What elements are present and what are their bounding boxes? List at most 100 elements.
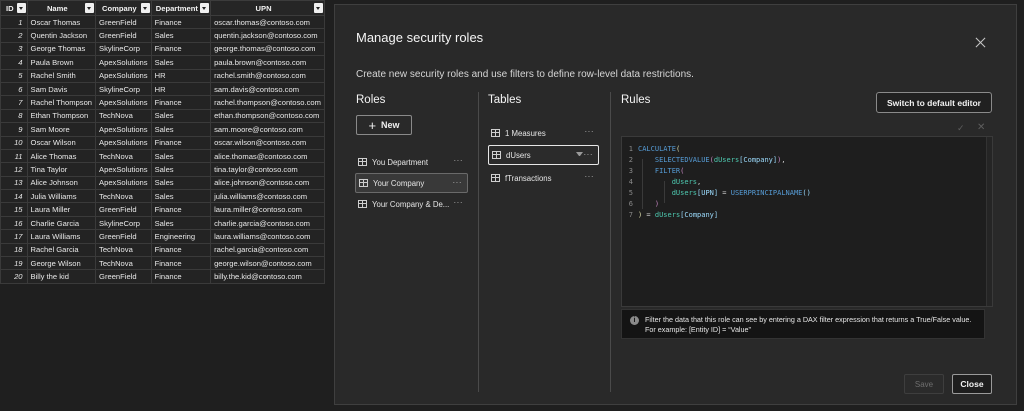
table-cell[interactable]: Finance [150, 41, 212, 57]
table-item-dusers[interactable]: dUsers ··· [488, 145, 599, 165]
table-cell[interactable]: 8 [0, 108, 28, 124]
save-button[interactable]: Save [904, 374, 944, 394]
table-cell[interactable]: Rachel Smith [26, 68, 97, 83]
table-cell[interactable]: ethan.thompson@contoso.com [210, 108, 325, 124]
more-options-icon[interactable]: ··· [584, 150, 594, 159]
table-cell[interactable]: 6 [0, 81, 28, 97]
table-cell[interactable]: Ethan Thompson [26, 108, 97, 124]
table-cell[interactable]: alice.thomas@contoso.com [210, 148, 325, 164]
table-cell[interactable]: Alice Thomas [26, 148, 97, 164]
column-header[interactable]: UPN [210, 0, 325, 16]
table-cell[interactable]: sam.davis@contoso.com [210, 81, 325, 97]
dropdown-arrow-icon[interactable] [314, 3, 323, 13]
more-options-icon[interactable]: ··· [585, 127, 595, 136]
table-cell[interactable]: TechNova [95, 242, 152, 258]
table-cell[interactable]: Rachel Thompson [26, 95, 97, 110]
table-cell[interactable]: Sales [150, 215, 212, 231]
column-header[interactable]: Company [95, 0, 152, 16]
editor-scrollbar[interactable] [986, 137, 992, 306]
table-cell[interactable]: billy.the.kid@contoso.com [210, 269, 325, 284]
table-cell[interactable]: quentin.jackson@contoso.com [210, 28, 325, 43]
table-cell[interactable]: ApexSolutions [95, 162, 152, 177]
table-cell[interactable]: 16 [0, 215, 28, 231]
table-cell[interactable]: george.wilson@contoso.com [210, 256, 325, 271]
table-cell[interactable]: GreenField [95, 229, 152, 244]
table-cell[interactable]: Julia Williams [26, 189, 97, 204]
table-cell[interactable]: laura.miller@contoso.com [210, 202, 325, 217]
table-cell[interactable]: GreenField [95, 269, 152, 284]
table-cell[interactable]: Sales [150, 175, 212, 191]
table-cell[interactable]: julia.williams@contoso.com [210, 189, 325, 204]
table-cell[interactable]: Laura Miller [26, 202, 97, 217]
table-cell[interactable]: GreenField [95, 202, 152, 217]
table-cell[interactable]: HR [150, 68, 212, 83]
table-cell[interactable]: GreenField [95, 28, 152, 43]
table-cell[interactable]: 5 [0, 68, 28, 83]
more-options-icon[interactable]: ··· [585, 172, 595, 181]
table-cell[interactable]: rachel.smith@contoso.com [210, 68, 325, 83]
table-cell[interactable]: tina.taylor@contoso.com [210, 162, 325, 177]
table-cell[interactable]: SkylineCorp [95, 41, 152, 57]
table-cell[interactable]: Billy the kid [26, 269, 97, 284]
table-cell[interactable]: Finance [150, 242, 212, 258]
dropdown-arrow-icon[interactable] [85, 3, 95, 13]
check-icon[interactable]: ✓ [957, 123, 965, 134]
table-cell[interactable]: oscar.wilson@contoso.com [210, 135, 325, 150]
table-cell[interactable]: 11 [0, 148, 28, 164]
column-header[interactable]: Name [26, 0, 97, 16]
table-cell[interactable]: 17 [0, 229, 28, 244]
dax-editor[interactable]: 1 CALCULATE( 2 SELECTEDVALUE(dUsers[Compa… [621, 136, 993, 307]
more-options-icon[interactable]: ··· [454, 156, 464, 165]
table-cell[interactable]: ApexSolutions [95, 55, 152, 70]
table-cell[interactable]: SkylineCorp [95, 81, 152, 97]
table-cell[interactable]: 18 [0, 242, 28, 258]
table-cell[interactable]: Sales [150, 108, 212, 124]
table-cell[interactable]: george.thomas@contoso.com [210, 41, 325, 57]
column-header[interactable]: Department [150, 0, 212, 16]
table-cell[interactable]: Finance [150, 14, 212, 30]
table-cell[interactable]: Laura Williams [26, 229, 97, 244]
table-cell[interactable]: Finance [150, 95, 212, 110]
table-cell[interactable]: paula.brown@contoso.com [210, 55, 325, 70]
table-cell[interactable]: 7 [0, 95, 28, 110]
close-button[interactable]: Close [952, 374, 992, 394]
table-cell[interactable]: Sales [150, 122, 212, 137]
table-cell[interactable]: Rachel Garcia [26, 242, 97, 258]
dropdown-arrow-icon[interactable] [200, 3, 210, 13]
role-item-you-department[interactable]: You Department ··· [355, 152, 468, 172]
new-role-button[interactable]: + New [356, 115, 412, 135]
table-cell[interactable]: ApexSolutions [95, 175, 152, 191]
table-cell[interactable]: ApexSolutions [95, 122, 152, 137]
table-cell[interactable]: Paula Brown [26, 55, 97, 70]
table-cell[interactable]: 4 [0, 55, 28, 70]
table-cell[interactable]: 19 [0, 256, 28, 271]
table-cell[interactable]: Sales [150, 55, 212, 70]
table-item-ftransactions[interactable]: fTransactions ··· [488, 168, 599, 188]
discard-icon[interactable]: ✕ [977, 122, 985, 133]
table-cell[interactable]: Oscar Thomas [26, 14, 97, 30]
dropdown-arrow-icon[interactable] [16, 3, 26, 13]
switch-to-default-editor-button[interactable]: Switch to default editor [876, 92, 992, 113]
table-item-measures[interactable]: 1 Measures ··· [488, 123, 599, 143]
table-cell[interactable]: ApexSolutions [95, 135, 152, 150]
table-cell[interactable]: TechNova [95, 189, 152, 204]
dropdown-arrow-icon[interactable] [140, 3, 150, 13]
table-cell[interactable]: Alice Johnson [26, 175, 97, 191]
table-cell[interactable]: charlie.garcia@contoso.com [210, 215, 325, 231]
table-cell[interactable]: Sales [150, 162, 212, 177]
table-cell[interactable]: 9 [0, 122, 28, 137]
table-cell[interactable]: Quentin Jackson [26, 28, 97, 43]
role-item-your-company-department[interactable]: Your Company & De... ··· [355, 194, 468, 214]
table-cell[interactable]: George Thomas [26, 41, 97, 57]
table-cell[interactable]: Sales [150, 189, 212, 204]
table-cell[interactable]: 20 [0, 269, 28, 284]
table-cell[interactable]: Oscar Wilson [26, 135, 97, 150]
table-cell[interactable]: rachel.garcia@contoso.com [210, 242, 325, 258]
table-cell[interactable]: sam.moore@contoso.com [210, 122, 325, 137]
table-cell[interactable]: 15 [0, 202, 28, 217]
table-cell[interactable]: TechNova [95, 108, 152, 124]
table-cell[interactable]: George Wilson [26, 256, 97, 271]
table-cell[interactable]: 3 [0, 41, 28, 57]
table-cell[interactable]: SkylineCorp [95, 215, 152, 231]
table-cell[interactable]: 1 [0, 14, 28, 30]
